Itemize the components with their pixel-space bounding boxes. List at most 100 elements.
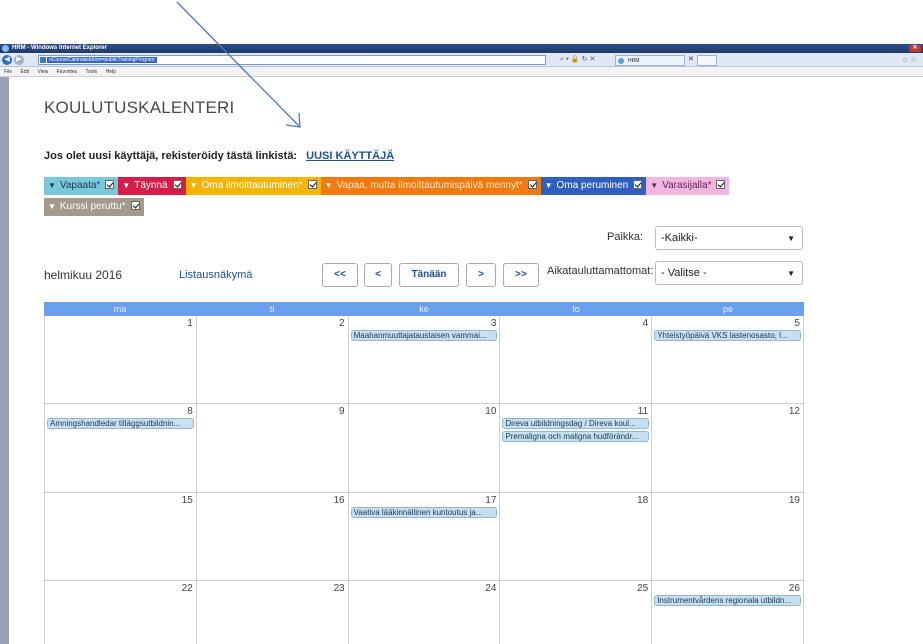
calendar-event[interactable]: Amningshandledar tilläggsutbildnin... bbox=[47, 418, 194, 429]
calendar-day-cell[interactable]: 1 bbox=[45, 316, 197, 404]
calendar-event[interactable]: Yhteistyöpäivä VKS lastenosasto, I... bbox=[654, 330, 801, 341]
menu-favorites[interactable]: Favorites bbox=[57, 69, 78, 75]
prev-year-button[interactable]: << bbox=[322, 263, 358, 287]
unscheduled-select[interactable]: - Valitse - ▼ bbox=[655, 261, 803, 285]
calendar-day-cell[interactable]: 17 Vaativa lääkinnällinen kuntoutus ja... bbox=[348, 493, 501, 581]
calendar-day-cell[interactable]: 16 bbox=[196, 493, 349, 581]
next-month-button[interactable]: > bbox=[466, 263, 496, 287]
chevron-down-icon: ▼ bbox=[787, 234, 795, 243]
calendar-event[interactable]: Premaligna och maligna hudförändr... bbox=[502, 431, 650, 442]
calendar-day-cell[interactable]: 22 bbox=[45, 581, 197, 644]
calendar-grid: ma ti ke to pe 1 2 3 Maahanmuuttajataustaisen v… bbox=[44, 302, 804, 644]
close-window-icon[interactable]: ✕ bbox=[909, 45, 921, 52]
unscheduled-value: - Valitse - bbox=[661, 267, 707, 279]
menu-view[interactable]: View bbox=[37, 69, 48, 75]
paikka-label: Paikka: bbox=[607, 231, 644, 243]
legend-checkbox[interactable] bbox=[307, 180, 317, 189]
calendar-event[interactable]: Direva utbildningsdag / Direva koul... bbox=[502, 418, 650, 429]
tab-close-icon[interactable]: ✕ bbox=[688, 56, 694, 64]
new-tab-button[interactable] bbox=[697, 55, 717, 66]
day-number: 18 bbox=[637, 495, 649, 506]
calendar-day-cell[interactable]: 12 bbox=[652, 404, 804, 493]
back-icon[interactable]: ◀ bbox=[2, 55, 12, 65]
calendar-event[interactable]: Maahanmuuttajataustaisen vammai... bbox=[350, 330, 498, 341]
legend-checkbox[interactable] bbox=[527, 180, 537, 189]
tab-favicon-icon bbox=[618, 58, 624, 64]
day-number: 10 bbox=[485, 406, 497, 417]
url-input[interactable]: oCourseCalendar&from=publicTrainingProgr… bbox=[38, 55, 546, 65]
day-number: 19 bbox=[788, 495, 800, 506]
triangle-down-icon[interactable]: ▼ bbox=[545, 181, 553, 190]
status-legend: ▼ Vapaata* ▼ Täynnä ▼ Oma ilmoittautuminen* ▼ V… bbox=[44, 177, 804, 219]
tab-hrm[interactable]: HRM bbox=[615, 55, 685, 66]
legend-checkbox[interactable] bbox=[716, 180, 726, 189]
day-number: 12 bbox=[788, 406, 800, 417]
forward-icon[interactable]: ▶ bbox=[14, 55, 24, 65]
calendar-day-cell[interactable]: 10 bbox=[348, 404, 501, 493]
day-number: 16 bbox=[333, 495, 345, 506]
list-view-link[interactable]: Listausnäkymä bbox=[179, 269, 252, 281]
weekday-label: pe bbox=[722, 304, 733, 314]
day-number: 2 bbox=[339, 318, 345, 329]
next-year-button[interactable]: >> bbox=[503, 263, 539, 287]
calendar-day-cell[interactable]: 23 bbox=[197, 581, 349, 644]
address-tools-icons[interactable]: ⌕▾🔒↻✕ bbox=[560, 56, 597, 64]
screenshot-root: HRM - Windows Internet Explorer ✕ ◀ ▶ oC… bbox=[0, 0, 923, 644]
calendar-day-cell[interactable]: 26 Instrumentvårdens regionala utbildn... bbox=[652, 581, 804, 644]
calendar-week-row: 1 2 3 Maahanmuuttajataustaisen vammai... 4 5 Y… bbox=[44, 316, 804, 404]
calendar-day-cell[interactable]: 9 bbox=[196, 404, 349, 493]
legend-item: ▼ Kurssi peruttu* bbox=[44, 198, 144, 216]
register-text: Jos olet uusi käyttäjä, rekisteröidy täs… bbox=[44, 150, 298, 162]
register-link[interactable]: UUSI KÄYTTÄJÄ bbox=[306, 150, 394, 162]
weekday-header: ma ti ke to pe bbox=[44, 302, 804, 316]
legend-checkbox[interactable] bbox=[172, 180, 182, 189]
prev-month-button[interactable]: < bbox=[364, 263, 392, 287]
calendar-day-cell[interactable]: 11 Direva utbildningsdag / Direva koul...… bbox=[500, 404, 653, 493]
day-number: 23 bbox=[333, 583, 345, 594]
menu-tools[interactable]: Tools bbox=[85, 69, 97, 75]
calendar-day-cell[interactable]: 15 bbox=[45, 493, 197, 581]
calendar-event[interactable]: Instrumentvårdens regionala utbildn... bbox=[654, 595, 801, 606]
day-number: 11 bbox=[637, 406, 649, 417]
menu-help[interactable]: Help bbox=[106, 69, 116, 75]
day-number: 26 bbox=[788, 583, 800, 594]
triangle-down-icon[interactable]: ▼ bbox=[650, 181, 658, 190]
legend-checkbox[interactable] bbox=[633, 180, 643, 189]
calendar-day-cell[interactable]: 24 bbox=[349, 581, 501, 644]
day-number: 25 bbox=[637, 583, 649, 594]
paikka-select[interactable]: -Kaikki- ▼ bbox=[655, 226, 803, 250]
legend-checkbox[interactable] bbox=[130, 201, 140, 210]
calendar-event[interactable]: Vaativa lääkinnällinen kuntoutus ja... bbox=[350, 507, 498, 518]
calendar-day-cell[interactable]: 25 bbox=[500, 581, 653, 644]
triangle-down-icon[interactable]: ▼ bbox=[48, 202, 56, 211]
legend-item: ▼ Vapaa, mutta ilmoittautumispäivä mennyt… bbox=[320, 177, 541, 195]
day-number: 15 bbox=[181, 495, 193, 506]
calendar-day-cell[interactable]: 2 bbox=[196, 316, 349, 404]
triangle-down-icon[interactable]: ▼ bbox=[190, 181, 198, 190]
triangle-down-icon[interactable]: ▼ bbox=[325, 181, 333, 190]
calendar-day-cell[interactable]: 4 bbox=[500, 316, 653, 404]
weekday-label: to bbox=[572, 304, 580, 314]
menu-edit[interactable]: Edit bbox=[20, 69, 29, 75]
weekday-label: ke bbox=[419, 304, 429, 314]
weekday-label: ti bbox=[269, 304, 275, 314]
triangle-down-icon[interactable]: ▼ bbox=[48, 181, 56, 190]
legend-label: Kurssi peruttu* bbox=[59, 201, 126, 212]
unscheduled-label: Aikatauluttamattomat: bbox=[547, 265, 654, 277]
calendar-day-cell[interactable]: 8 Amningshandledar tilläggsutbildnin... bbox=[45, 404, 197, 493]
window-title: HRM - Windows Internet Explorer bbox=[12, 45, 107, 51]
arrow-head bbox=[285, 112, 301, 128]
calendar-day-cell[interactable]: 3 Maahanmuuttajataustaisen vammai... bbox=[348, 316, 501, 404]
legend-checkbox[interactable] bbox=[105, 180, 115, 189]
calendar-day-cell[interactable]: 18 bbox=[500, 493, 653, 581]
calendar-week-row: 15 16 17 Vaativa lääkinnällinen kuntoutus j… bbox=[44, 493, 804, 581]
calendar-day-cell[interactable]: 5 Yhteistyöpäivä VKS lastenosasto, I... bbox=[652, 316, 804, 404]
home-star-icons[interactable]: ⌂ ☆ bbox=[903, 55, 917, 64]
triangle-down-icon[interactable]: ▼ bbox=[122, 181, 130, 190]
menu-file[interactable]: File bbox=[4, 69, 12, 75]
calendar-day-cell[interactable]: 19 bbox=[652, 493, 804, 581]
day-number: 24 bbox=[485, 583, 497, 594]
today-button[interactable]: Tänään bbox=[399, 263, 459, 287]
page-title: KOULUTUSKALENTERI bbox=[44, 98, 235, 117]
chevron-down-icon: ▼ bbox=[787, 269, 795, 278]
